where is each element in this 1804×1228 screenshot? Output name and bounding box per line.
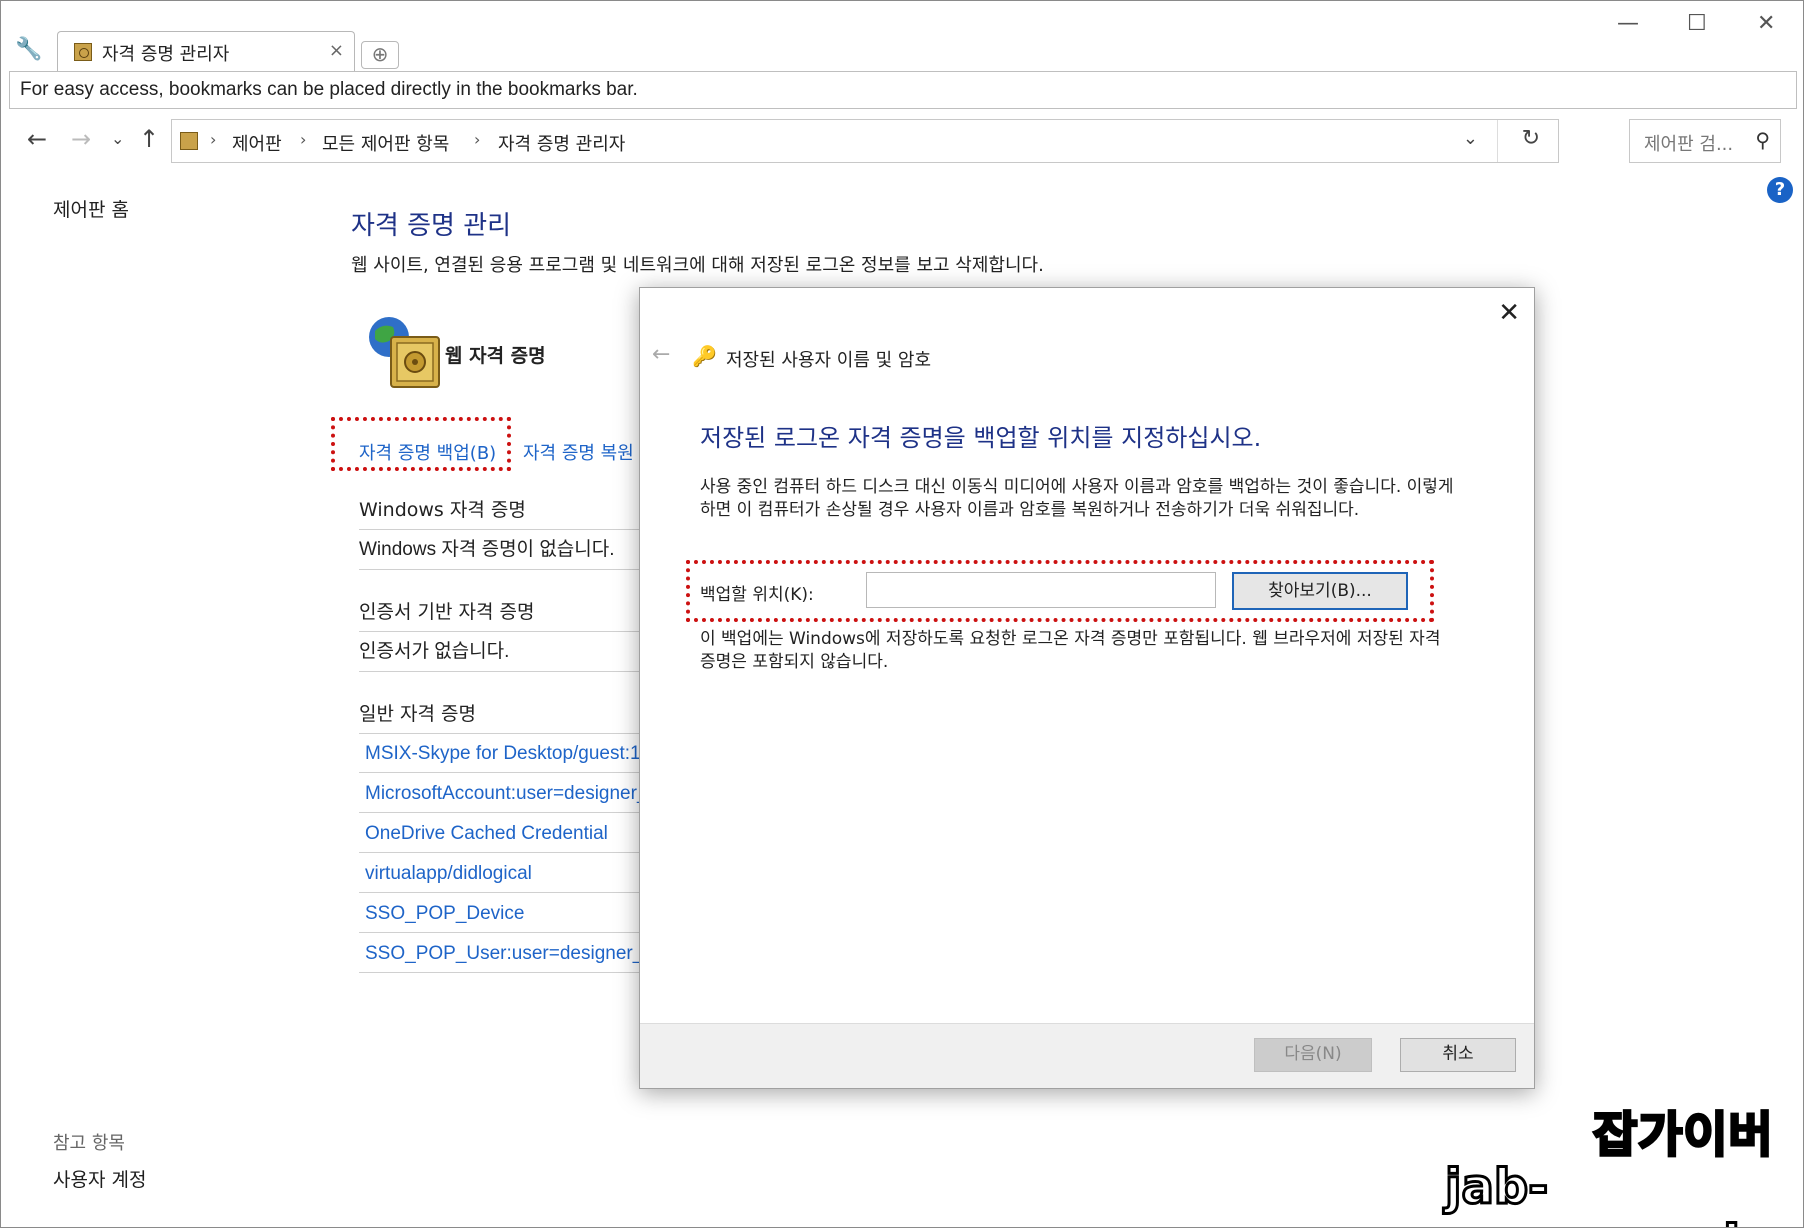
credential-manager-window: 🔧 자격 증명 관리자 × ⊕ — ☐ ✕ For easy access, b… bbox=[0, 0, 1804, 1228]
next-button[interactable]: 다음(N) bbox=[1254, 1038, 1372, 1072]
dialog-footer: 다음(N) 취소 bbox=[640, 1023, 1534, 1088]
close-window-button[interactable]: ✕ bbox=[1757, 11, 1775, 36]
address-dropdown-chevron-icon[interactable]: ⌄ bbox=[1463, 128, 1478, 149]
search-input[interactable]: 제어판 검... ⚲ bbox=[1629, 119, 1781, 163]
page-description: 웹 사이트, 연결된 응용 프로그램 및 네트워크에 대해 저장된 로그온 정보… bbox=[351, 255, 1044, 276]
windows-credentials-empty: Windows 자격 증명이 없습니다. bbox=[359, 531, 639, 570]
highlight-box-backup bbox=[331, 417, 511, 471]
generic-credential-item[interactable]: virtualapp/didlogical bbox=[359, 855, 639, 893]
certificate-credentials-empty: 인증서가 없습니다. bbox=[359, 633, 639, 672]
dialog-header: 저장된 사용자 이름 및 암호 bbox=[726, 350, 932, 371]
control-panel-icon bbox=[74, 43, 92, 61]
generic-credentials-heading[interactable]: 일반 자격 증명 bbox=[359, 695, 639, 734]
highlight-box-location bbox=[686, 560, 1434, 622]
generic-credential-item[interactable]: SSO_POP_Device bbox=[359, 895, 639, 933]
tab-close-icon[interactable]: × bbox=[329, 40, 344, 61]
recent-locations-chevron-icon[interactable]: ⌄ bbox=[111, 129, 124, 148]
new-tab-button[interactable]: ⊕ bbox=[361, 41, 399, 69]
windows-credentials-heading[interactable]: Windows 자격 증명 bbox=[359, 491, 639, 530]
restore-credentials-link[interactable]: 자격 증명 복원 bbox=[523, 439, 634, 465]
breadcrumb-credential-manager[interactable]: 자격 증명 관리자 bbox=[498, 130, 625, 156]
dialog-instruction: 저장된 로그온 자격 증명을 백업할 위치를 지정하십시오. bbox=[700, 424, 1262, 452]
tab-title: 자격 증명 관리자 bbox=[102, 44, 230, 65]
control-panel-home-link[interactable]: 제어판 홈 bbox=[53, 195, 129, 222]
forward-arrow-icon[interactable]: → bbox=[71, 125, 91, 153]
wrench-icon[interactable]: 🔧 bbox=[15, 37, 42, 62]
control-panel-icon bbox=[180, 132, 198, 150]
generic-credential-item[interactable]: SSO_POP_User:user=designer_ew bbox=[359, 935, 639, 973]
backup-credentials-dialog: ✕ ← 🔑 저장된 사용자 이름 및 암호 저장된 로그온 자격 증명을 백업할… bbox=[639, 287, 1535, 1089]
search-icon[interactable]: ⚲ bbox=[1755, 128, 1770, 152]
dialog-note: 이 백업에는 Windows에 저장하도록 요청한 로그온 자격 증명만 포함됩… bbox=[700, 629, 1441, 672]
tab-bar: 🔧 자격 증명 관리자 × ⊕ — ☐ ✕ bbox=[1, 1, 1803, 72]
web-credentials-vault-icon[interactable] bbox=[367, 315, 445, 391]
page-title: 자격 증명 관리 bbox=[351, 211, 512, 241]
generic-credential-item[interactable]: MicrosoftAccount:user=designer_ bbox=[359, 775, 639, 813]
maximize-button[interactable]: ☐ bbox=[1687, 11, 1707, 36]
help-icon[interactable]: ? bbox=[1767, 177, 1793, 203]
cancel-button[interactable]: 취소 bbox=[1400, 1038, 1516, 1072]
minimize-button[interactable]: — bbox=[1617, 11, 1639, 36]
navigation-row: ← → ⌄ ↑ › 제어판 › 모든 제어판 항목 › 자격 증명 관리자 ⌄ … bbox=[1, 113, 1803, 171]
refresh-icon[interactable]: ↻ bbox=[1522, 126, 1540, 151]
dialog-back-arrow-icon[interactable]: ← bbox=[652, 342, 670, 367]
web-credentials-label[interactable]: 웹 자격 증명 bbox=[445, 341, 546, 368]
back-arrow-icon[interactable]: ← bbox=[27, 125, 47, 153]
watermark-korean: 잡가이버 bbox=[1592, 1106, 1775, 1165]
up-arrow-icon[interactable]: ↑ bbox=[139, 125, 159, 153]
breadcrumb-separator-icon[interactable]: › bbox=[210, 130, 216, 149]
dialog-paragraph: 사용 중인 컴퓨터 하드 디스크 대신 이동식 미디어에 사용자 이름과 암호를… bbox=[700, 477, 1454, 520]
see-also-heading: 참고 항목 bbox=[53, 1133, 125, 1154]
bookmarks-bar: For easy access, bookmarks can be placed… bbox=[9, 71, 1797, 109]
user-accounts-link[interactable]: 사용자 계정 bbox=[53, 1165, 146, 1192]
address-divider bbox=[1497, 120, 1498, 162]
key-icon: 🔑 bbox=[692, 344, 717, 368]
address-bar[interactable]: › 제어판 › 모든 제어판 항목 › 자격 증명 관리자 ⌄ ↻ bbox=[171, 119, 1559, 163]
watermark-url: jab-guyver.co.kr bbox=[1444, 1158, 1781, 1228]
dialog-close-icon[interactable]: ✕ bbox=[1498, 298, 1520, 328]
tab-credential-manager[interactable]: 자격 증명 관리자 × bbox=[57, 31, 355, 72]
certificate-credentials-heading[interactable]: 인증서 기반 자격 증명 bbox=[359, 593, 639, 632]
generic-credential-item[interactable]: MSIX-Skype for Desktop/guest:1 bbox=[359, 735, 639, 773]
breadcrumb-all-items[interactable]: 모든 제어판 항목 bbox=[322, 130, 449, 156]
breadcrumb-separator-icon[interactable]: › bbox=[474, 130, 480, 149]
search-placeholder: 제어판 검... bbox=[1644, 134, 1734, 155]
breadcrumb-control-panel[interactable]: 제어판 bbox=[232, 130, 282, 156]
generic-credential-item[interactable]: OneDrive Cached Credential bbox=[359, 815, 639, 853]
breadcrumb-separator-icon[interactable]: › bbox=[300, 130, 306, 149]
